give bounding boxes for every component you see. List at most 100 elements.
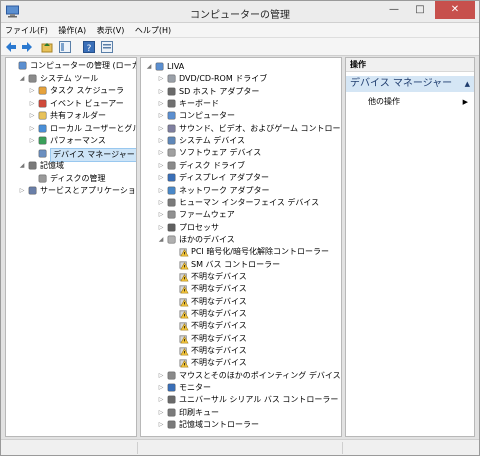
tree-node-label: PCI 暗号化/暗号化解除コントローラー xyxy=(191,247,330,257)
storage-icon xyxy=(28,161,37,170)
tree-node-label: ヒューマン インターフェイス デバイス xyxy=(179,197,320,207)
expand-arrow-icon[interactable]: ▷ xyxy=(157,98,165,110)
expand-arrow-icon[interactable]: ▷ xyxy=(157,73,165,85)
expand-arrow-icon[interactable]: ▷ xyxy=(157,147,165,159)
back-arrow-icon[interactable] xyxy=(5,41,17,53)
navigation-tree-pane: コンピューターの管理 (ローカル) ◢ システム ツール ▷ タスク スケジューラ ▷ イベ… xyxy=(5,57,137,437)
expand-arrow-icon[interactable]: ▷ xyxy=(157,110,165,122)
usb-icon xyxy=(167,396,176,404)
expand-arrow-icon[interactable]: ▷ xyxy=(157,123,165,135)
svg-text:?: ? xyxy=(87,44,92,53)
expand-arrow-icon[interactable]: ▷ xyxy=(157,209,165,221)
collapse-caret-icon[interactable]: ▲ xyxy=(465,76,470,92)
tree-node-label: 不明なデバイス xyxy=(191,309,247,318)
expand-arrow-icon[interactable]: ▷ xyxy=(157,394,165,406)
expand-arrow-icon[interactable]: ◢ xyxy=(18,73,26,85)
tree-node-label: コンピューター xyxy=(179,111,235,121)
tree-node-label: 不明なデバイス xyxy=(191,271,247,281)
tree-node-label: モニター xyxy=(179,383,211,393)
tree-node-label: LIVA xyxy=(167,62,185,71)
dvd-icon xyxy=(167,75,176,83)
tree-node-label: イベント ビューアー xyxy=(50,98,124,108)
expand-arrow-icon[interactable]: ▷ xyxy=(28,110,36,122)
actions-header: 操作 xyxy=(346,58,474,72)
users-icon xyxy=(38,124,47,132)
tree-node-label: ディスクの管理 xyxy=(50,173,106,183)
tree-node-label: ディスク ドライブ xyxy=(179,160,245,170)
actions-section-device-manager[interactable]: デバイス マネージャー ▲ xyxy=(346,76,474,92)
menu-action[interactable]: 操作(A) xyxy=(54,23,90,38)
unknown-device-icon xyxy=(167,235,176,244)
help-icon[interactable]: ? xyxy=(83,41,95,53)
tree-node-label: 不明なデバイス xyxy=(191,284,247,294)
warning-icon xyxy=(179,310,189,319)
device-manager-icon xyxy=(38,149,47,157)
warning-icon xyxy=(179,285,189,294)
actions-pane: 操作 デバイス マネージャー ▲ 他の操作 ▶ xyxy=(345,57,475,437)
speaker-icon xyxy=(167,124,176,133)
computer-management-icon xyxy=(18,61,27,70)
close-button[interactable]: ✕ xyxy=(435,1,475,19)
properties-icon[interactable] xyxy=(101,41,113,53)
expand-arrow-icon[interactable]: ▷ xyxy=(28,135,36,147)
hid-icon xyxy=(167,198,176,207)
tree-node-label: サウンド、ビデオ、およびゲーム コントローラー xyxy=(179,123,342,133)
tree-node-label: コンピューターの管理 (ローカル) xyxy=(30,61,136,70)
expand-arrow-icon[interactable]: ◢ xyxy=(157,234,165,246)
monitor-icon xyxy=(167,383,176,392)
tree-node-label: システム デバイス xyxy=(179,136,246,146)
disk-drive-icon xyxy=(167,161,176,170)
expand-arrow-icon[interactable]: ▷ xyxy=(157,407,165,419)
folder-up-icon[interactable] xyxy=(41,41,53,53)
expand-arrow-icon[interactable]: ▷ xyxy=(28,98,36,110)
tree-node-label: パフォーマンス xyxy=(50,136,106,145)
minimize-button[interactable]: — xyxy=(381,1,407,19)
expand-arrow-icon[interactable]: ▷ xyxy=(157,86,165,98)
warning-icon xyxy=(179,260,189,269)
expand-arrow-icon[interactable]: ▷ xyxy=(157,160,165,172)
expand-arrow-icon[interactable]: ▷ xyxy=(157,419,165,431)
expand-arrow-icon[interactable]: ▷ xyxy=(157,172,165,184)
tree-node-label: タスク スケジューラ xyxy=(50,86,124,95)
expand-arrow-icon[interactable]: ▷ xyxy=(28,123,36,135)
other-actions-item[interactable]: 他の操作 xyxy=(368,96,400,108)
menu-file[interactable]: ファイル(F) xyxy=(1,23,52,38)
toolbar: ? xyxy=(1,38,479,56)
status-divider xyxy=(137,442,138,454)
event-viewer-icon xyxy=(38,99,47,107)
tree-node-label: ユニバーサル シリアル バス コントローラー xyxy=(179,395,339,405)
computer-icon xyxy=(155,62,164,71)
tree-node-label: 記憶域コントローラー xyxy=(179,420,259,430)
status-divider xyxy=(342,442,343,454)
menu-help[interactable]: ヘルプ(H) xyxy=(131,23,175,38)
app-window: コンピューターの管理 — □ ✕ ファイル(F) 操作(A) 表示(V) ヘルプ… xyxy=(0,0,480,456)
title-bar: コンピューターの管理 — □ ✕ xyxy=(1,1,479,23)
expand-arrow-icon[interactable]: ▷ xyxy=(157,382,165,394)
expand-arrow-icon[interactable]: ▷ xyxy=(18,185,26,197)
tree-node-label: ファームウェア xyxy=(179,210,235,220)
expand-arrow-icon[interactable]: ▷ xyxy=(157,222,165,234)
services-icon xyxy=(28,186,37,195)
menu-view[interactable]: 表示(V) xyxy=(93,23,129,38)
tools-icon xyxy=(28,74,37,82)
device-tree-pane: ◢ LIVA ▷ DVD/CD-ROM ドライブ ▷ SD ホスト アダプター ▷ キーボード… xyxy=(140,57,342,437)
expand-arrow-icon[interactable]: ▷ xyxy=(157,185,165,197)
maximize-button[interactable]: □ xyxy=(407,1,433,19)
expand-arrow-icon[interactable]: ◢ xyxy=(145,61,153,73)
tree-node-label: キーボード xyxy=(179,99,219,109)
expand-arrow-icon[interactable]: ▷ xyxy=(28,85,36,97)
actions-section-label: デバイス マネージャー xyxy=(350,78,453,89)
expand-arrow-icon[interactable]: ▷ xyxy=(157,370,165,382)
expand-arrow-icon[interactable]: ▷ xyxy=(157,197,165,209)
processor-icon xyxy=(167,223,176,231)
expand-arrow-icon[interactable]: ◢ xyxy=(18,160,26,172)
tree-node-label: SD ホスト アダプター xyxy=(179,86,260,96)
tree-node-label: ネットワーク アダプター xyxy=(179,185,270,195)
expand-arrow-icon[interactable]: ▷ xyxy=(157,135,165,147)
show-hide-tree-icon[interactable] xyxy=(59,41,71,53)
tree-node-label: プロセッサ xyxy=(179,222,219,232)
tree-node-label: 不明なデバイス xyxy=(191,296,247,306)
performance-icon xyxy=(38,136,47,145)
forward-arrow-icon[interactable] xyxy=(21,41,33,53)
tree-node-label: SM バス コントローラー xyxy=(191,259,281,269)
